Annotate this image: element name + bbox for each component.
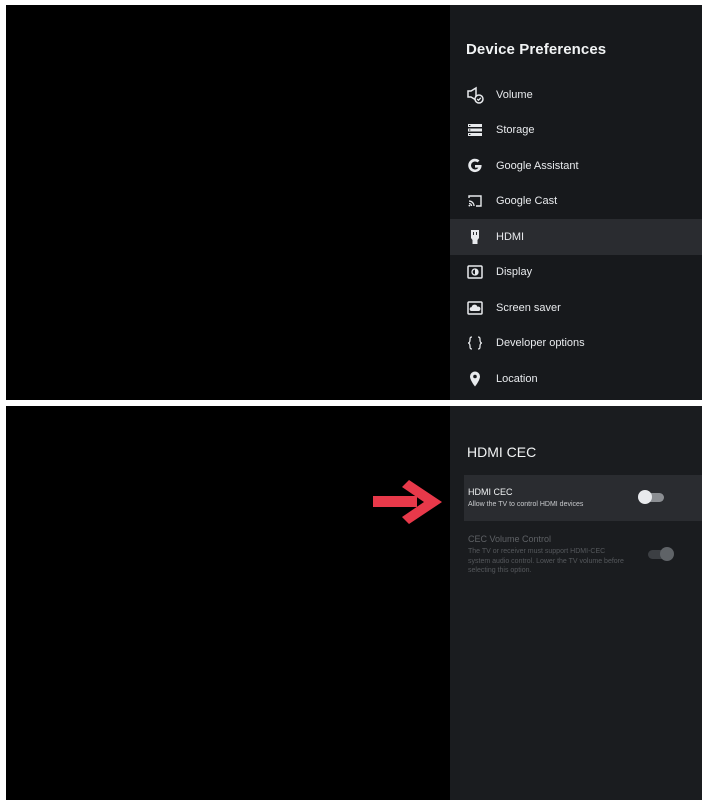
device-preferences-screen: Device Preferences Volume Storage Google…: [6, 5, 702, 400]
braces-icon: [466, 334, 484, 352]
hdmi-cec-toggle[interactable]: [638, 490, 664, 504]
menu-item-label: Google Assistant: [496, 159, 579, 172]
hdmi-cec-panel: HDMI CEC HDMI CEC Allow the TV to contro…: [450, 406, 702, 800]
menu-item-label: Developer options: [496, 337, 585, 350]
menu-item-label: Screen saver: [496, 301, 561, 314]
menu-item-label: Storage: [496, 124, 535, 137]
menu-item-screen-saver[interactable]: Screen saver: [450, 290, 702, 326]
location-pin-icon: [466, 370, 484, 388]
cec-volume-control-option: CEC Volume Control The TV or receiver mu…: [464, 530, 702, 590]
menu-item-google-cast[interactable]: Google Cast: [450, 184, 702, 220]
cast-icon: [466, 192, 484, 210]
hdmi-cec-option[interactable]: HDMI CEC Allow the TV to control HDMI de…: [464, 475, 702, 521]
menu-item-storage[interactable]: Storage: [450, 113, 702, 149]
menu-item-label: Location: [496, 372, 538, 385]
menu-item-label: Volume: [496, 88, 533, 101]
display-icon: [466, 263, 484, 281]
menu-item-volume[interactable]: Volume: [450, 77, 702, 113]
menu-item-label: HDMI: [496, 230, 525, 243]
page-title: HDMI CEC: [467, 444, 537, 460]
option-subtitle: The TV or receiver must support HDMI-CEC…: [468, 548, 624, 574]
menu-item-label: Display: [496, 266, 533, 279]
toggle-knob: [660, 547, 674, 561]
option-subtitle: Allow the TV to control HDMI devices: [468, 501, 584, 508]
toggle-knob: [638, 490, 652, 504]
menu-item-label: Google Cast: [496, 195, 558, 208]
settings-menu: Volume Storage Google Assistant Google C…: [450, 77, 702, 397]
hdmi-cec-screen: HDMI CEC HDMI CEC Allow the TV to contro…: [6, 406, 702, 800]
menu-item-display[interactable]: Display: [450, 255, 702, 291]
menu-item-hdmi[interactable]: HDMI: [450, 219, 702, 255]
menu-item-location[interactable]: Location: [450, 361, 702, 397]
menu-item-developer-options[interactable]: Developer options: [450, 326, 702, 362]
cec-volume-control-toggle: [648, 547, 674, 561]
option-title: CEC Volume Control: [468, 534, 552, 544]
volume-icon: [466, 86, 484, 104]
page-title: Device Preferences: [466, 41, 607, 58]
annotation-arrow-icon: [373, 480, 442, 524]
storage-icon: [466, 121, 484, 139]
hdmi-icon: [466, 228, 484, 246]
menu-item-google-assistant[interactable]: Google Assistant: [450, 148, 702, 184]
option-title: HDMI CEC: [468, 487, 513, 497]
device-preferences-panel: Device Preferences Volume Storage Google…: [450, 5, 702, 400]
screen-saver-icon: [466, 299, 484, 317]
google-icon: [466, 157, 484, 175]
